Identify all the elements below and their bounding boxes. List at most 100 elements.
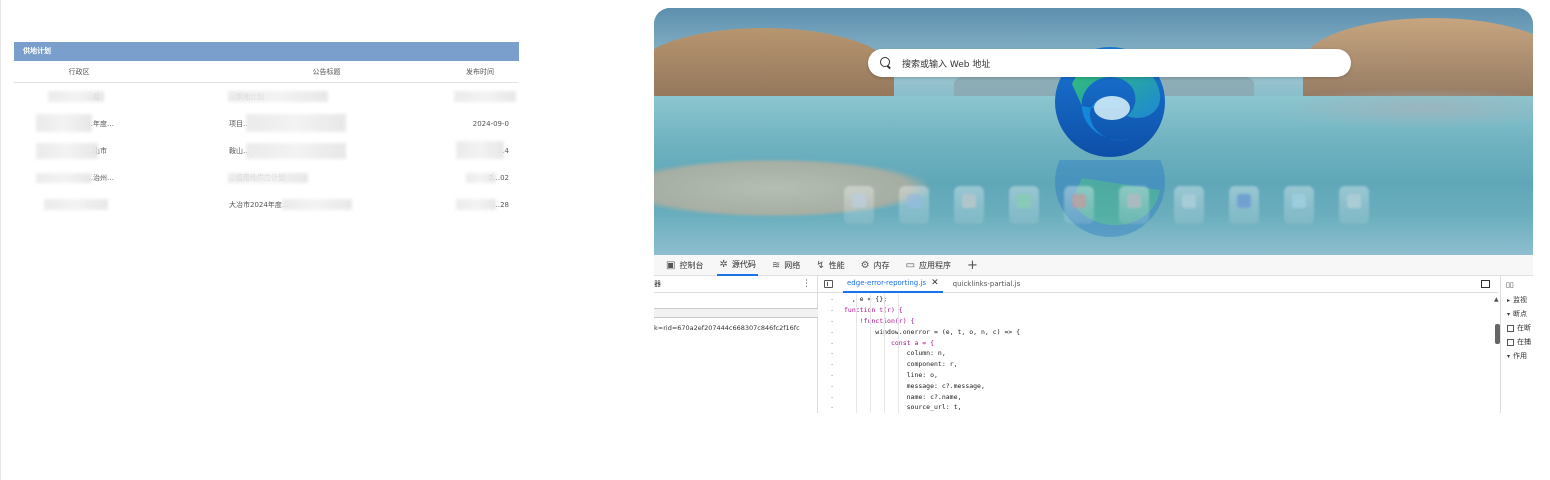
- sources-navigator: 器 ⋮ k=rid=670a2ef207444c668307c846fc2f16…: [654, 276, 818, 413]
- indent-guide: [856, 294, 857, 413]
- tab-console[interactable]: ▣ 控制台: [664, 255, 705, 276]
- tab-label: 应用程序: [919, 260, 952, 270]
- row-date: 2024-09-0: [472, 119, 509, 128]
- redaction-blur: [456, 199, 496, 210]
- quick-link-tile[interactable]: [1339, 186, 1369, 224]
- editor-tabs: edge-error-reporting.js ✕ quicklinks-par…: [818, 276, 1498, 293]
- tab-application[interactable]: ▭ 应用程序: [904, 255, 953, 276]
- browser-window: 搜索或输入 Web 地址 ▣ 控制台 ✲ 源代码 ≋ 网络 ↯ 性能 ⚙ 内存 …: [654, 8, 1533, 413]
- quick-link-tile[interactable]: [1009, 186, 1039, 224]
- code-line: - , e = {};: [830, 295, 888, 304]
- chevron-down-icon: ▾: [1507, 352, 1511, 360]
- left-divider: [0, 0, 1, 480]
- editor-tab[interactable]: quicklinks-partial.js: [949, 276, 1025, 293]
- table-row[interactable]: …山市 鞍山… …4: [14, 137, 519, 164]
- navigator-file-url[interactable]: k=rid=670a2ef207444c668307c846fc2f16fc: [654, 324, 800, 332]
- quick-link-tile[interactable]: [1284, 186, 1314, 224]
- redaction-blur: [228, 173, 308, 183]
- pause-on-uncaught-checkbox[interactable]: 在断: [1501, 321, 1533, 335]
- tab-label: 内存: [873, 260, 890, 270]
- redaction-blur: [36, 114, 92, 132]
- sources-icon: ✲: [719, 258, 728, 270]
- pause-on-caught-checkbox[interactable]: 在捕: [1501, 335, 1533, 349]
- code-line: - line: o,: [830, 370, 938, 379]
- supply-plan-table: 供地计划 行政区 公告标题 发布时间 …盐 …供地计划 …年度… 项目… 202…: [14, 42, 519, 218]
- screenshot-canvas: 供地计划 行政区 公告标题 发布时间 …盐 …供地计划 …年度… 项目… 202…: [0, 0, 1550, 480]
- code-line: - message: c?.message,: [830, 381, 985, 390]
- code-line: - !function(r) {: [830, 316, 915, 325]
- pause-icon[interactable]: ▯▯: [1506, 281, 1514, 289]
- file-name: edge-error-reporting.js: [847, 279, 927, 287]
- add-tab-icon[interactable]: +: [967, 258, 978, 273]
- search-input[interactable]: 搜索或输入 Web 地址: [868, 49, 1351, 77]
- editor-tab[interactable]: edge-error-reporting.js ✕: [843, 276, 943, 293]
- new-tab-page: 搜索或输入 Web 地址: [654, 8, 1533, 255]
- redaction-blur: [454, 91, 516, 102]
- row-region[interactable]: …盐: [14, 92, 204, 102]
- application-icon: ▭: [905, 259, 916, 271]
- sidebar-item-watch[interactable]: ▸ 监视: [1501, 293, 1533, 307]
- tab-label: 性能: [828, 260, 845, 270]
- tab-performance[interactable]: ↯ 性能: [814, 255, 846, 276]
- sidebar-item-scope[interactable]: ▾ 作用: [1501, 349, 1533, 363]
- sidebar-toolbar: ▯▯: [1501, 276, 1533, 293]
- quick-link-tile[interactable]: [844, 186, 874, 224]
- code-line: - const a = {: [830, 338, 935, 347]
- code-view[interactable]: - , e = {}; - function t(r) { - !function…: [818, 294, 1498, 413]
- code-line: - column: n,: [830, 349, 946, 358]
- table-row[interactable]: …治州… …设用地供应计划 2…02: [14, 164, 519, 191]
- redaction-blur: [44, 199, 108, 210]
- redaction-blur: [246, 143, 346, 159]
- file-name: quicklinks-partial.js: [952, 280, 1021, 288]
- tab-label: 网络: [784, 260, 801, 270]
- table-row[interactable]: …盐 …供地计划: [14, 83, 519, 110]
- table-header-row: 行政区 公告标题 发布时间: [14, 61, 519, 83]
- indent-guide: [870, 294, 871, 413]
- debugger-sidebar: ▯▯ ▸ 监视 ▾ 断点 在断 在捕 ▾ 作用: [1500, 276, 1533, 413]
- redaction-blur: [36, 173, 92, 183]
- redaction-blur: [228, 91, 328, 102]
- quick-link-tile[interactable]: [1174, 186, 1204, 224]
- code-line: - source_url: t,: [830, 403, 962, 412]
- tab-memory[interactable]: ⚙ 内存: [859, 255, 892, 276]
- checkbox[interactable]: [1507, 338, 1514, 346]
- column-date: 发布时间: [466, 67, 494, 76]
- quick-link-tile[interactable]: [899, 186, 929, 224]
- redaction-blur: [466, 173, 496, 183]
- chevron-down-icon: ▾: [1507, 310, 1511, 318]
- quick-link-tile[interactable]: [1119, 186, 1149, 224]
- devtools-body: 器 ⋮ k=rid=670a2ef207444c668307c846fc2f16…: [654, 276, 1533, 413]
- quick-links: [844, 186, 1404, 226]
- navigator-header: 器 ⋮: [654, 276, 817, 293]
- scroll-up-icon[interactable]: ▲: [1494, 296, 1499, 303]
- tab-label: 源代码: [731, 259, 756, 269]
- devtools-tab-strip: ▣ 控制台 ✲ 源代码 ≋ 网络 ↯ 性能 ⚙ 内存 ▭ 应用程序 +: [654, 255, 1533, 276]
- column-region: 行政区: [68, 67, 90, 76]
- search-placeholder: 搜索或输入 Web 地址: [902, 59, 991, 70]
- checkbox[interactable]: [1507, 324, 1514, 332]
- performance-icon: ↯: [816, 259, 825, 271]
- quick-link-tile[interactable]: [954, 186, 984, 224]
- navigator-filter[interactable]: [654, 308, 818, 318]
- redaction-blur: [282, 199, 352, 210]
- search-icon: [880, 57, 892, 69]
- quick-link-tile[interactable]: [1064, 186, 1094, 224]
- toggle-navigator-icon[interactable]: [824, 280, 833, 288]
- code-line: - name: c?.name,: [830, 392, 962, 401]
- close-icon[interactable]: ✕: [931, 278, 939, 288]
- sidebar-item-breakpoints[interactable]: ▾ 断点: [1501, 307, 1533, 321]
- tab-sources[interactable]: ✲ 源代码: [717, 255, 758, 276]
- tab-network[interactable]: ≋ 网络: [770, 255, 802, 276]
- indent-guide: [898, 294, 899, 413]
- more-options-icon[interactable]: ⋮: [802, 279, 811, 289]
- toggle-debugger-icon[interactable]: [1481, 280, 1490, 288]
- tab-label: 控制台: [679, 260, 704, 270]
- table-title: 供地计划: [14, 42, 519, 61]
- table-row[interactable]: …年度… 项目… 2024-09-0: [14, 110, 519, 137]
- table-row[interactable]: … 大冶市2024年度… …28: [14, 191, 519, 218]
- network-icon: ≋: [771, 259, 781, 271]
- row-region[interactable]: …: [14, 201, 204, 209]
- quick-link-tile[interactable]: [1229, 186, 1259, 224]
- chevron-right-icon: ▸: [1507, 296, 1511, 304]
- code-line: - window.onerror = (e, t, o, n, c) => {: [830, 327, 1021, 336]
